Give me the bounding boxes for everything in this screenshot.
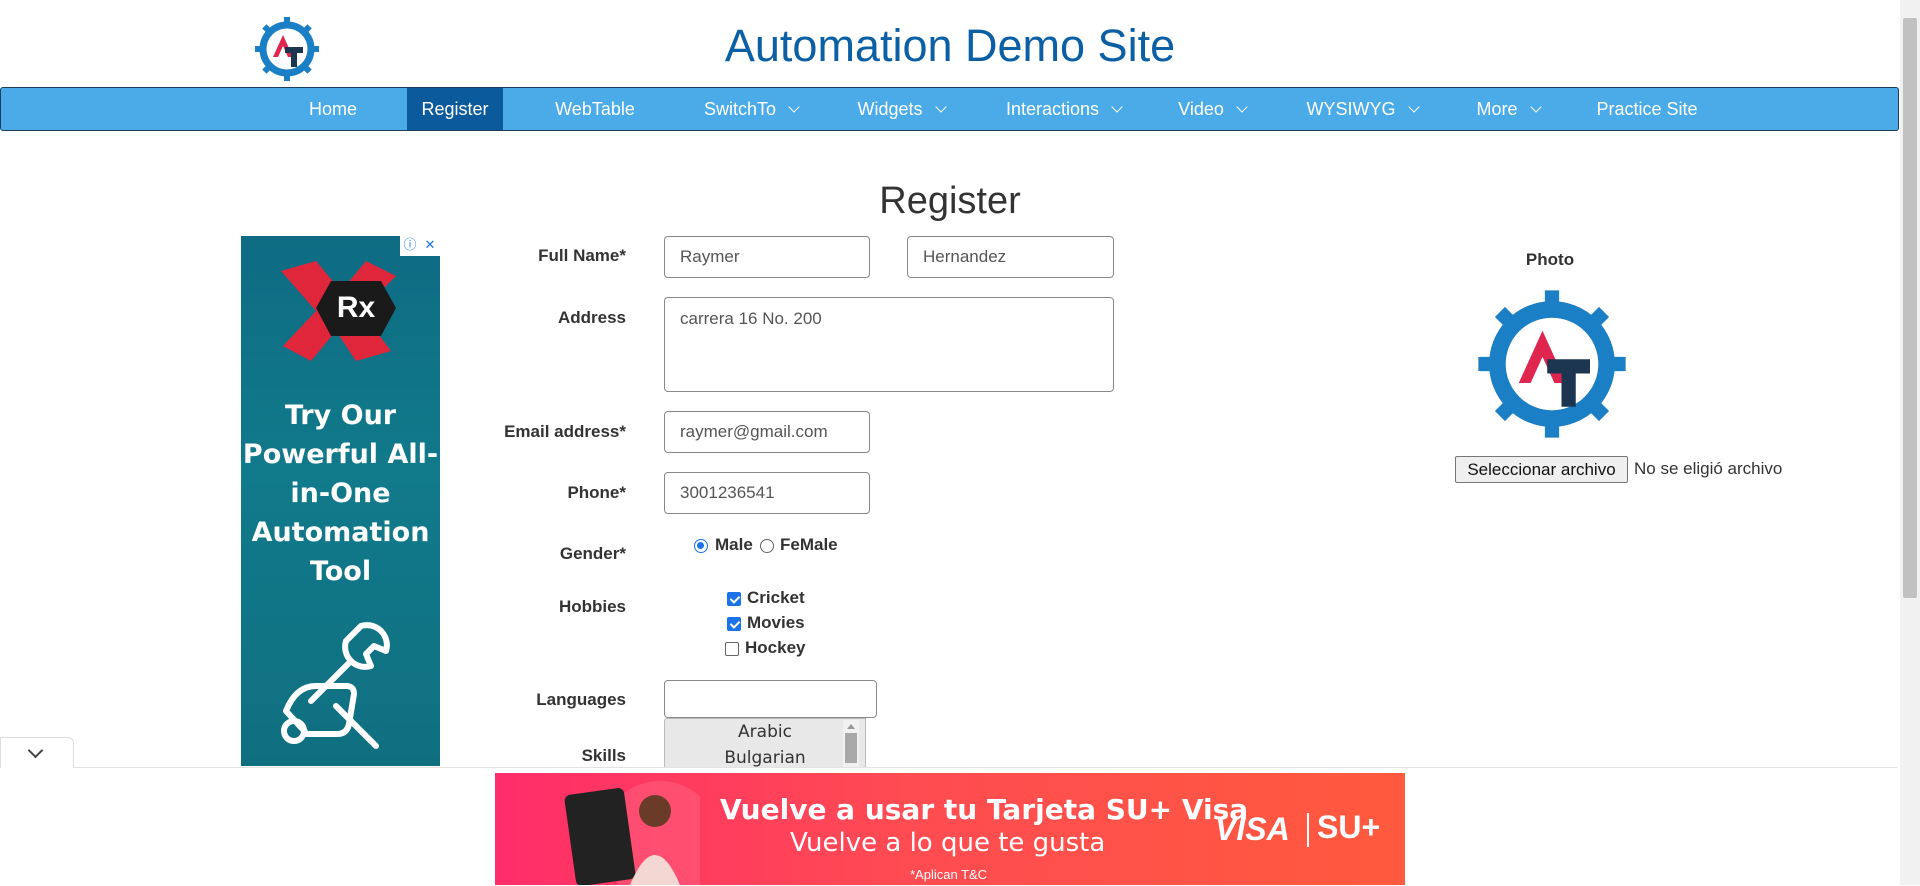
ad-left-text: Try Our Powerful All-in-One Automation T… <box>242 400 439 587</box>
chevron-down-icon <box>934 101 947 113</box>
nav-wysiwyg[interactable]: WYSIWYG <box>1297 88 1427 130</box>
nav-widgets[interactable]: Widgets <box>846 88 956 130</box>
logo-divider <box>1307 813 1309 847</box>
hobbies-label: Hobbies <box>558 597 626 616</box>
wrench-hand-icon <box>281 622 390 749</box>
nav-home[interactable]: Home <box>289 88 377 130</box>
bottom-ad-headline: Vuelve a usar tu Tarjeta SU+ Visa <box>720 793 1249 826</box>
hobby-movies-label[interactable]: Movies <box>747 613 805 633</box>
skills-select[interactable]: Arabic Bulgarian <box>664 718 866 770</box>
nav-home-label: Home <box>308 99 357 119</box>
nav-wysiwyg-label: WYSIWYG <box>1306 99 1396 119</box>
nav-switchto[interactable]: SwitchTo <box>691 88 811 130</box>
nav-switchto-label: SwitchTo <box>703 99 777 119</box>
nav-interactions[interactable]: Interactions <box>991 88 1136 130</box>
chevron-down-icon <box>1111 101 1123 113</box>
nav-video[interactable]: Video <box>1167 88 1257 130</box>
chevron-down-icon <box>27 742 44 759</box>
nav-register-label: Register <box>421 99 489 119</box>
chevron-down-icon <box>788 101 800 113</box>
ad-brand-text: Rx <box>337 291 376 324</box>
nav-practice-site-label: Practice Site <box>1596 99 1698 119</box>
chevron-down-icon <box>1407 101 1420 113</box>
nav-more-label: More <box>1476 99 1518 119</box>
phone-label: Phone* <box>567 483 626 502</box>
phone-input[interactable]: 3001236541 <box>664 472 870 514</box>
nav-register[interactable]: Register <box>407 88 503 130</box>
page-title: Register <box>879 180 1021 222</box>
first-name-input[interactable]: Raymer <box>664 236 870 278</box>
su-logo: SU+ <box>1317 809 1381 845</box>
scroll-thumb[interactable] <box>845 733 857 763</box>
nav-more[interactable]: More <box>1463 88 1553 130</box>
bottom-ad-banner[interactable]: Vuelve a usar tu Tarjeta SU+ Visa Vuelve… <box>495 773 1405 885</box>
photo-label: Photo <box>1525 250 1575 269</box>
nav-webtable-label: WebTable <box>555 99 635 119</box>
visa-logo: VISA <box>1215 811 1290 847</box>
gender-male-label[interactable]: Male <box>715 535 753 555</box>
collapse-ad-button[interactable] <box>0 737 74 768</box>
email-input[interactable]: raymer@gmail.com <box>664 411 870 453</box>
photo-logo-icon <box>1478 290 1626 438</box>
email-label: Email address* <box>504 422 626 441</box>
nav-video-label: Video <box>1178 99 1224 119</box>
gender-female-label[interactable]: FeMale <box>780 535 838 555</box>
last-name-input[interactable]: Hernandez <box>907 236 1114 278</box>
hobby-cricket-label[interactable]: Cricket <box>747 588 805 608</box>
address-textarea[interactable]: carrera 16 No. 200 <box>664 297 1114 392</box>
main-nav: Home Register WebTable SwitchTo Widgets … <box>0 87 1899 131</box>
card-person-icon <box>564 781 700 885</box>
gender-female-radio[interactable] <box>760 539 774 553</box>
file-status-text: No se eligió archivo <box>1634 459 1783 478</box>
bottom-ad-subline: Vuelve a lo que te gusta <box>790 828 1106 858</box>
chevron-down-icon <box>1529 101 1542 113</box>
hobby-hockey-checkbox[interactable] <box>725 642 739 656</box>
gender-male-radio[interactable] <box>694 539 708 553</box>
full-name-label: Full Name* <box>538 246 626 265</box>
hobby-hockey-label[interactable]: Hockey <box>745 638 805 658</box>
chevron-down-icon <box>1236 101 1248 113</box>
ad-left-banner[interactable]: ⓘ ✕ Rx Try Our Powerful All-in-One Autom… <box>241 236 440 766</box>
address-label: Address <box>557 308 626 327</box>
site-title: Automation Demo Site <box>724 20 1176 71</box>
languages-label: Languages <box>536 690 626 709</box>
nav-widgets-label: Widgets <box>857 99 923 119</box>
hobby-movies-checkbox[interactable] <box>727 617 741 631</box>
rx-logo-icon: Rx <box>281 261 396 361</box>
page-scroll-thumb[interactable] <box>1903 18 1917 598</box>
hobby-cricket-checkbox[interactable] <box>727 592 741 606</box>
nav-webtable[interactable]: WebTable <box>541 88 649 130</box>
nav-interactions-label: Interactions <box>1005 99 1100 119</box>
bottom-ad-terms: *Aplican T&C <box>910 867 988 882</box>
skills-scrollbar[interactable] <box>843 720 859 768</box>
choose-file-button[interactable]: Seleccionar archivo <box>1455 456 1628 483</box>
scroll-up-arrow-icon[interactable] <box>847 724 855 729</box>
nav-practice-site[interactable]: Practice Site <box>1591 88 1703 130</box>
languages-input[interactable] <box>664 680 877 718</box>
skills-label: Skills <box>581 746 626 765</box>
gender-label: Gender* <box>559 544 626 563</box>
skills-option[interactable]: Arabic <box>665 719 865 745</box>
